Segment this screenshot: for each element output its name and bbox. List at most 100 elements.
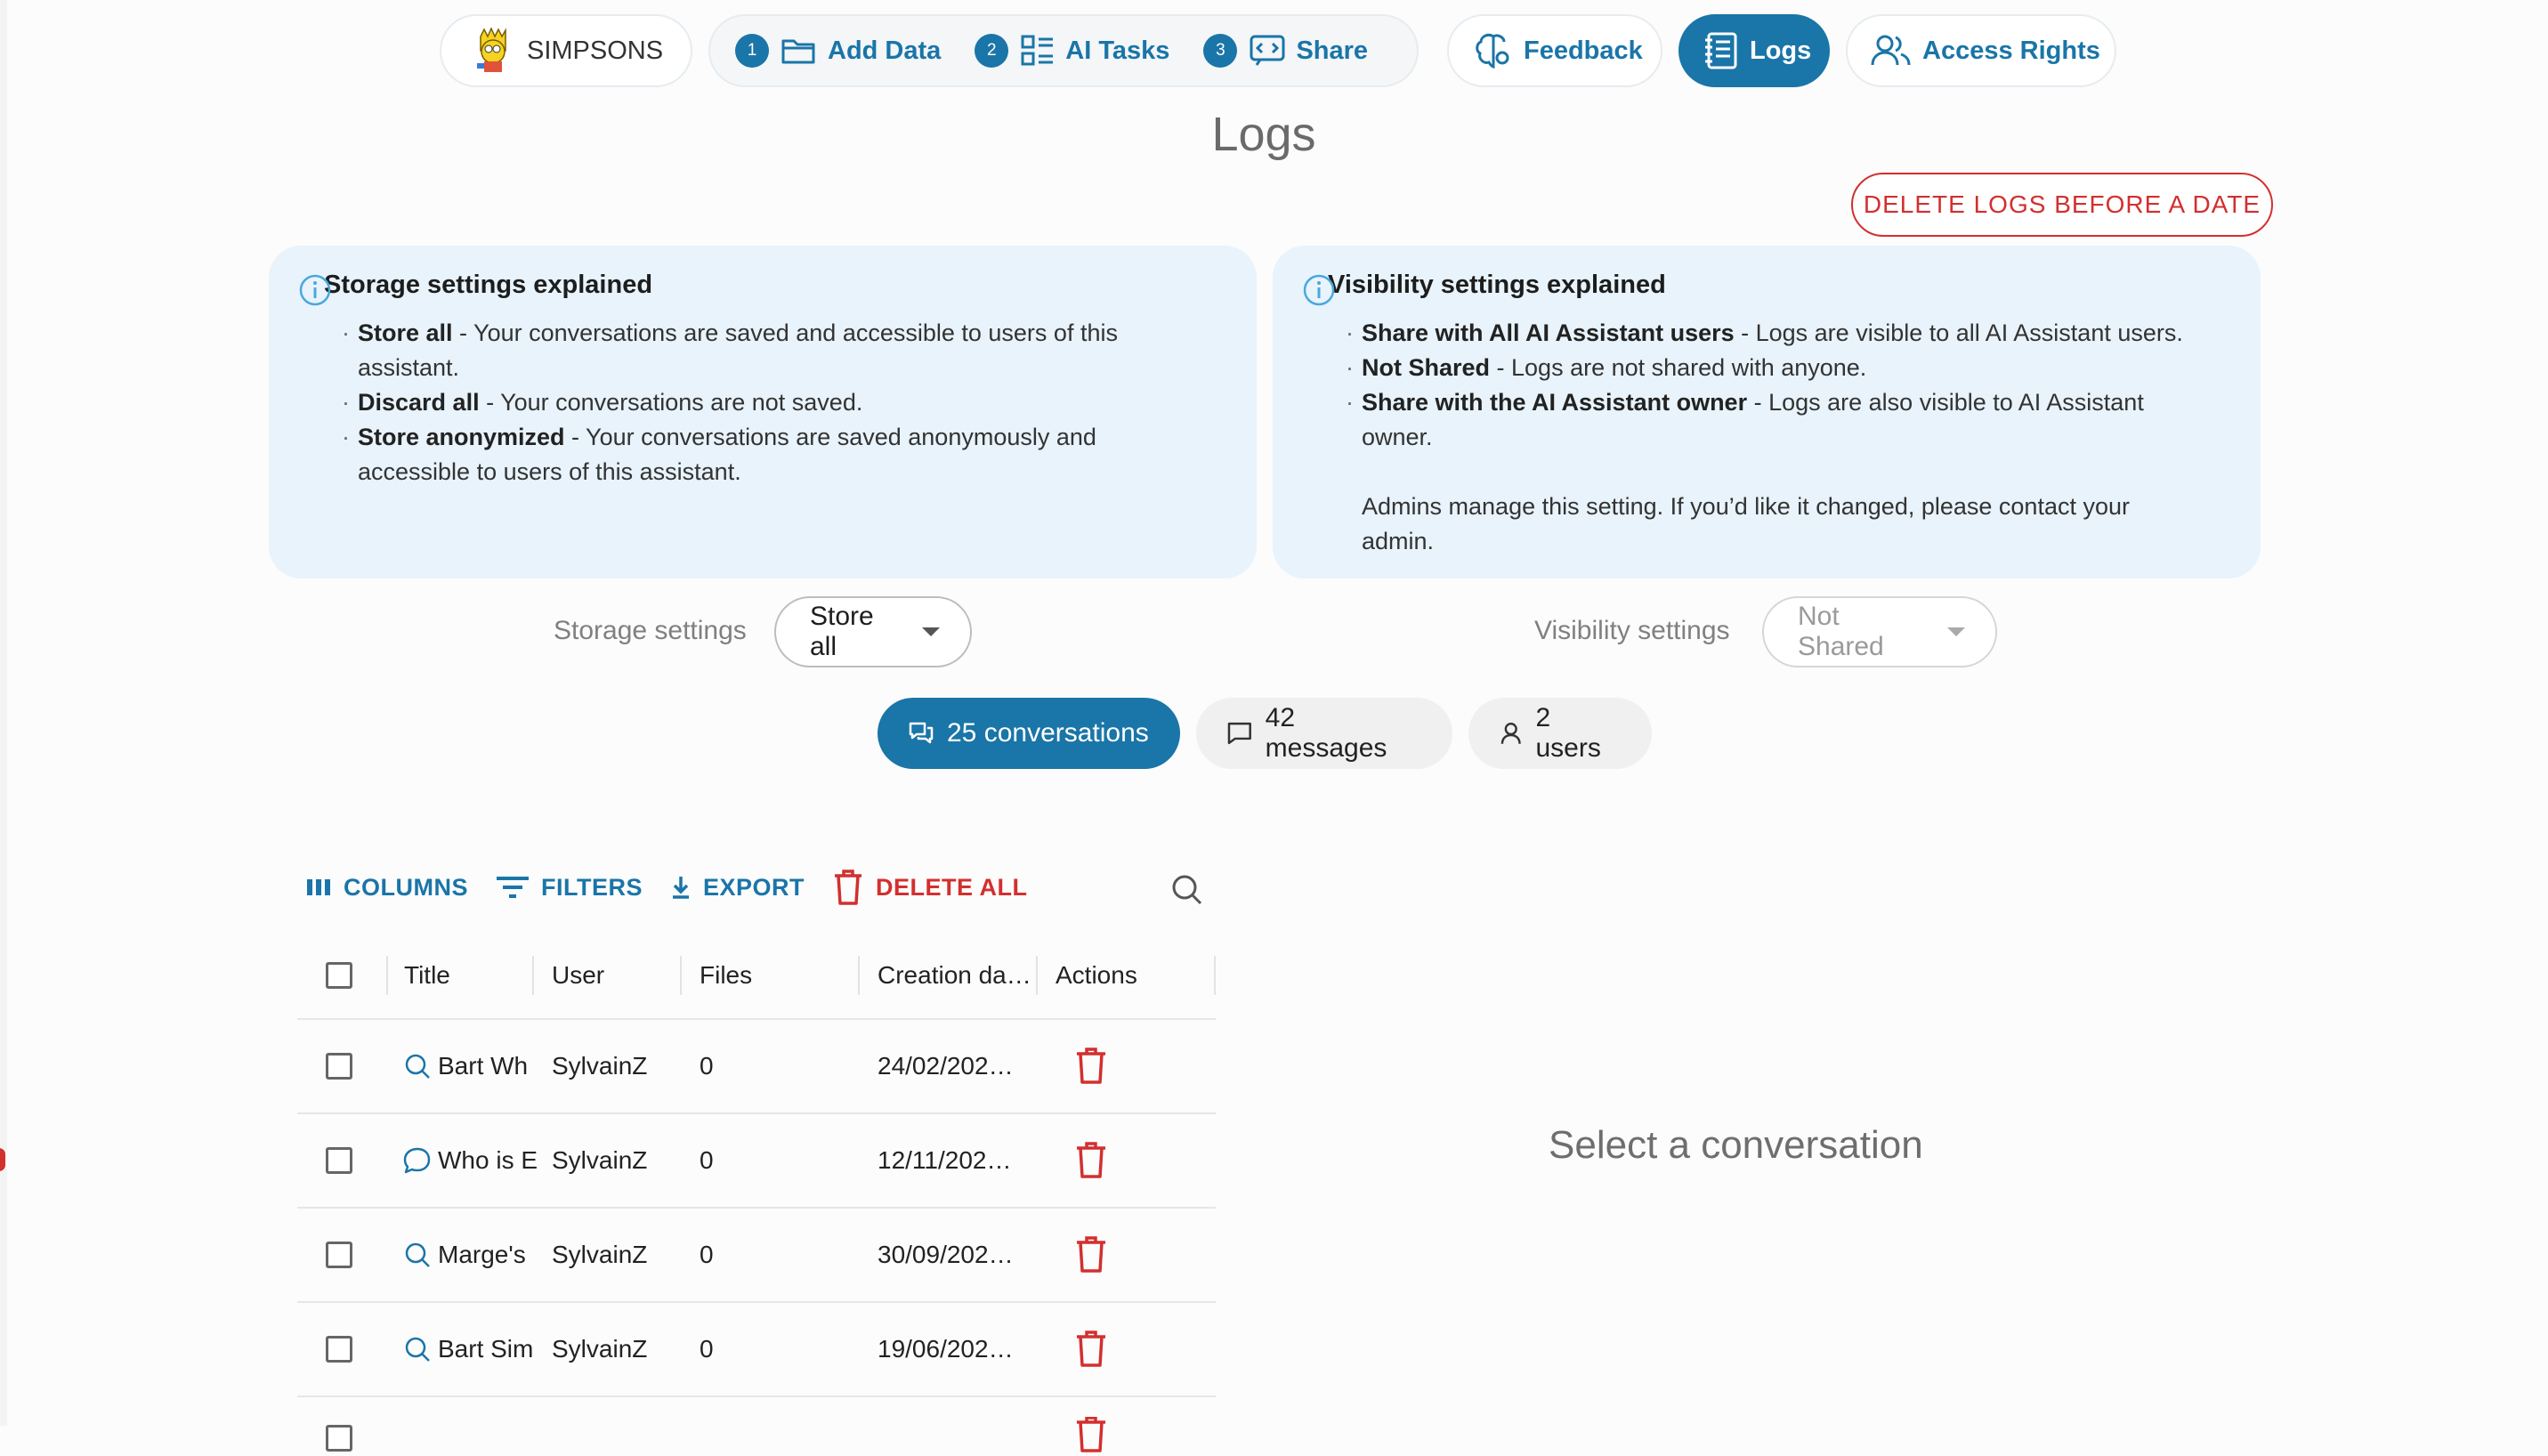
row-delete-button[interactable] [1073,1020,1109,1112]
column-header-actions: Actions [1056,961,1137,989]
column-header-files[interactable]: Files [700,933,752,1018]
users-tab[interactable]: 2 users [1468,698,1652,769]
column-separator[interactable] [680,956,682,995]
row-creation-date: 30/09/202… [878,1241,1014,1268]
term: Discard all [358,389,480,416]
trash-icon [1077,1331,1105,1367]
visibility-item: Not Shared - Logs are not shared with an… [1346,351,2230,385]
row-user: SylvainZ [552,1241,648,1268]
download-icon [673,877,689,899]
storage-settings-select[interactable]: Store all [774,596,972,667]
table-row[interactable]: Marge's SylvainZ 0 30/09/202… [297,1209,1216,1303]
checkbox-box [326,962,352,989]
delete-all-button[interactable]: DELETE ALL [831,869,1028,906]
term: Not Shared [1362,354,1491,381]
access-rights-label: Access Rights [1922,36,2100,65]
share-code-icon [1250,35,1285,66]
row-checkbox[interactable] [326,1420,352,1456]
row-delete-button[interactable] [1073,1303,1109,1395]
feedback-button[interactable]: Feedback [1447,14,1662,87]
logs-button[interactable]: Logs [1678,14,1830,87]
conversations-tab[interactable]: 25 conversations [878,698,1180,769]
conversations-icon [909,722,934,744]
row-checkbox[interactable] [326,1209,352,1301]
feedback-label: Feedback [1524,36,1643,65]
desc: - Your conversations are saved and acces… [452,320,1118,346]
row-creation-date: 24/02/202… [878,1052,1014,1080]
delete-logs-before-date-button[interactable]: DELETE LOGS BEFORE A DATE [1851,173,2273,237]
visibility-item: Share with All AI Assistant users - Logs… [1346,316,2230,351]
desc: - Your conversations are saved anonymous… [564,424,1096,450]
row-title: Bart Sim [438,1335,534,1363]
trash-icon [1077,1142,1105,1178]
step-label: Add Data [828,36,942,65]
search-icon [405,1242,430,1267]
messages-count: 42 messages [1265,703,1387,763]
row-creation-date: 19/06/202… [878,1335,1014,1363]
filter-icon [497,877,529,898]
row-files: 0 [700,1335,714,1363]
chevron-down-icon [1947,627,1965,636]
export-button[interactable]: EXPORT [669,874,805,902]
message-icon [1227,722,1251,745]
step-share[interactable]: 3 Share [1203,34,1368,68]
filters-label: FILTERS [541,873,643,901]
row-title-cell: Bart Wh [402,1020,545,1112]
row-creation-date: 12/11/202… [878,1146,1012,1174]
checkbox-box [326,1147,352,1174]
access-rights-button[interactable]: Access Rights [1846,14,2116,87]
row-checkbox[interactable] [326,1303,352,1395]
row-checkbox[interactable] [326,1114,352,1207]
select-all-checkbox[interactable] [326,933,352,1018]
filters-button[interactable]: FILTERS [495,874,643,902]
search-icon[interactable] [1169,872,1205,908]
column-header-creation-date[interactable]: Creation da… [878,933,1034,1018]
row-delete-button[interactable] [1073,1114,1109,1207]
visibility-settings-value: Not Shared [1798,602,1884,661]
storage-item: Discard all - Your conversations are not… [342,385,1226,420]
table-row[interactable]: Who is E SylvainZ 0 12/11/202… [297,1114,1216,1209]
desc: - Logs are not shared with anyone. [1490,354,1867,381]
row-files: 0 [700,1241,714,1268]
columns-button[interactable]: COLUMNS [304,874,468,902]
row-title-cell: Who is E [402,1114,545,1207]
column-header-user[interactable]: User [552,933,604,1018]
visibility-settings-label: Visibility settings [1534,616,1730,645]
storage-settings-value: Store all [810,602,874,661]
row-delete-button[interactable] [1073,1417,1109,1452]
column-separator[interactable] [1036,956,1038,995]
trash-icon [1077,1417,1105,1452]
table-row[interactable]: Bart Sim SylvainZ 0 19/06/202… [297,1303,1216,1397]
row-delete-button[interactable] [1073,1209,1109,1301]
visibility-settings-select: Not Shared [1762,596,1997,667]
conversations-table: Title User Files Creation da… Actions Ba… [297,933,1216,1452]
step-add-data[interactable]: 1 Add Data [735,34,941,68]
row-title-cell: Marge's [402,1209,545,1301]
storage-item: Store all - Your conversations are saved… [342,316,1226,351]
notebook-icon [1705,32,1737,69]
row-title: Who is E [438,1146,538,1174]
column-header-title[interactable]: Title [404,933,450,1018]
page-title: Logs [1211,108,1316,161]
assistant-pill[interactable]: SIMPSONS [440,14,692,87]
trash-icon [835,870,862,905]
checkbox-box [326,1053,352,1080]
column-separator[interactable] [858,956,860,995]
row-checkbox[interactable] [326,1020,352,1112]
users-count: 2 users [1535,703,1601,763]
search-icon [405,1337,430,1362]
column-separator[interactable] [532,956,534,995]
step-ai-tasks[interactable]: 2 AI Tasks [975,34,1169,68]
storage-item-cont: assistant. [358,354,460,381]
table-row[interactable] [297,1397,1216,1452]
left-edge [0,0,7,1426]
user-icon [1500,722,1521,744]
step-number: 2 [975,34,1009,68]
columns-icon [307,879,330,895]
column-separator[interactable] [1214,956,1216,995]
table-toolbar: COLUMNS FILTERS EXPORT DELETE ALL [304,865,1055,910]
messages-tab[interactable]: 42 messages [1196,698,1452,769]
column-separator[interactable] [386,956,388,995]
table-row[interactable]: Bart Wh SylvainZ 0 24/02/202… [297,1020,1216,1114]
table-header-row: Title User Files Creation da… Actions [297,933,1216,1020]
